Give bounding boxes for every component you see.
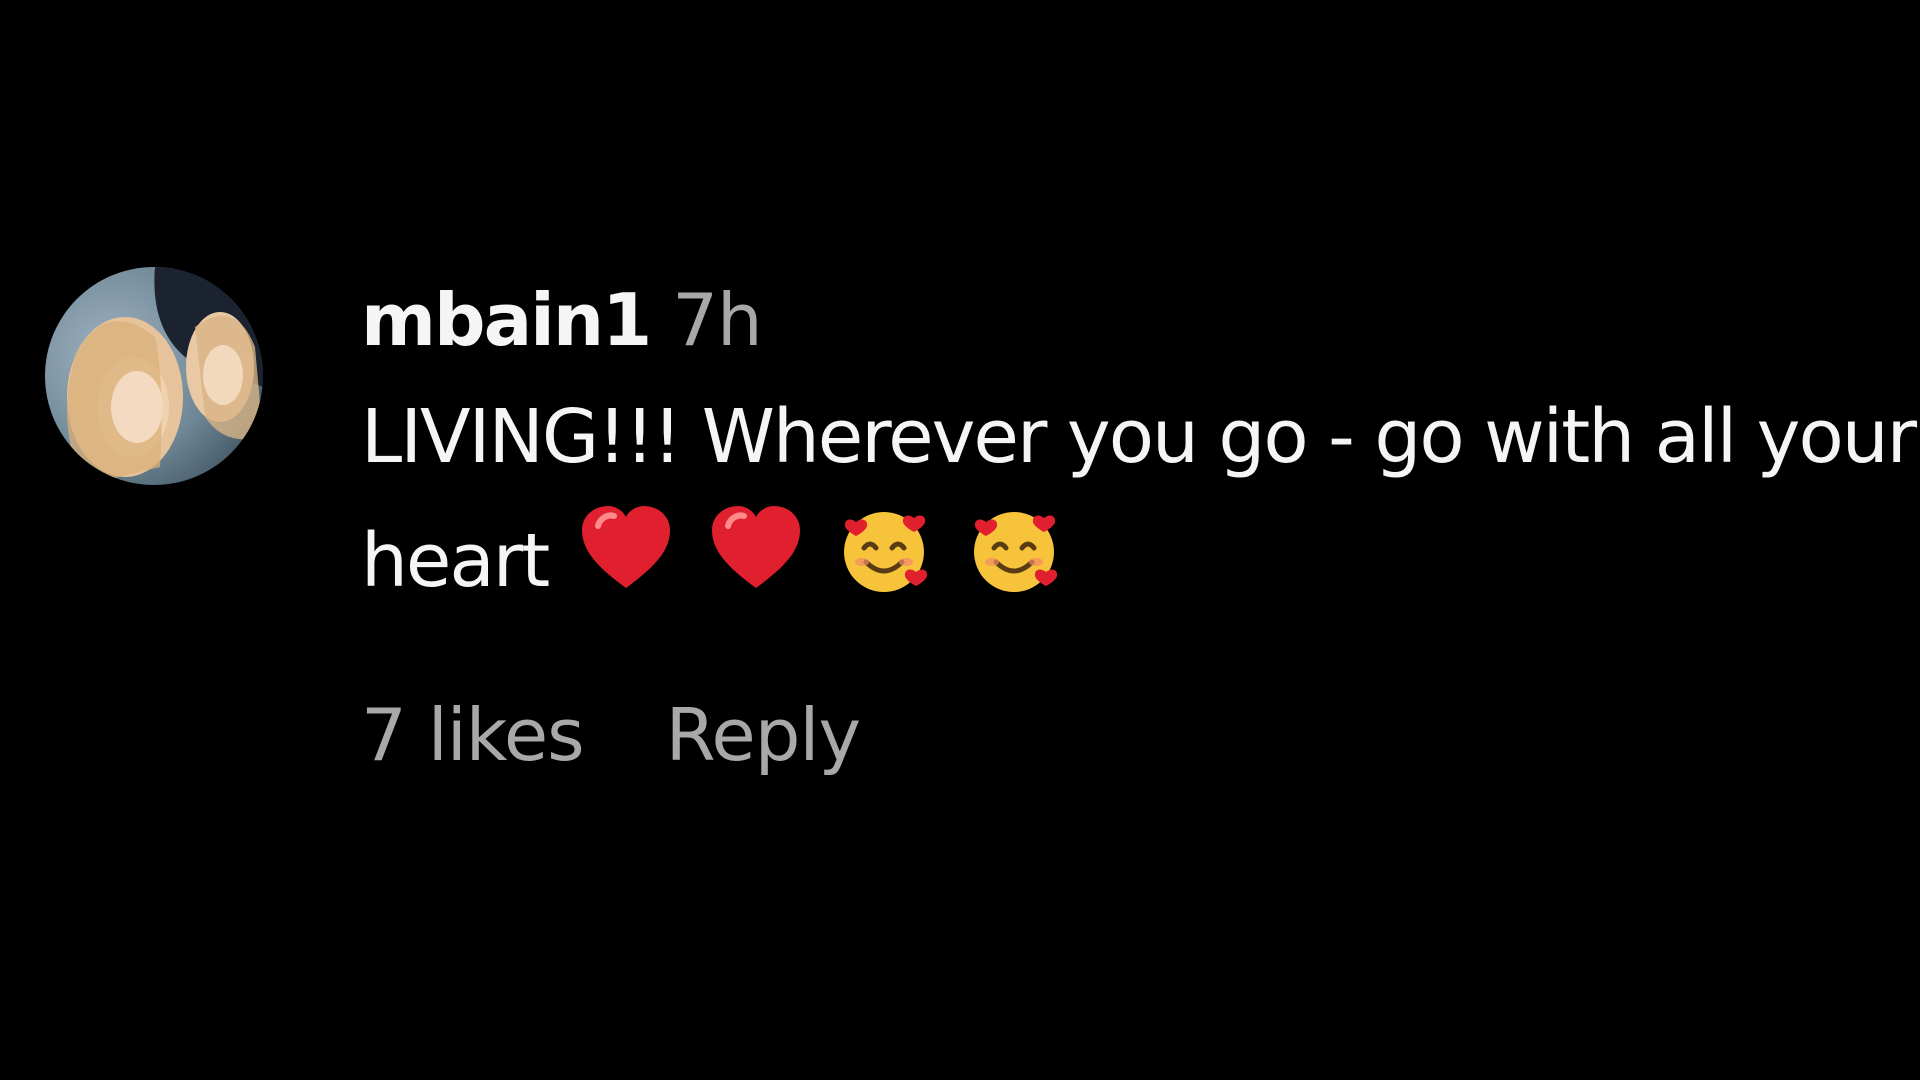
timestamp[interactable]: 7h [672,265,762,375]
red-heart-icon [706,500,806,596]
smiling-face-with-hearts-icon [966,500,1066,596]
red-heart-icon [576,500,676,596]
comment-actions: 7 likes Reply [361,693,1920,777]
smiling-face-with-hearts-icon [836,500,936,596]
emoji-row [576,500,1096,596]
comment-text: LIVING!!! Wherever you go - go with all … [361,375,1920,623]
comment: mbain1 7h LIVING!!! Wherever you go - go… [45,265,1917,777]
comment-header: mbain1 7h [361,265,1920,375]
reply-button[interactable]: Reply [666,693,861,777]
username[interactable]: mbain1 [361,265,652,375]
avatar[interactable] [45,267,263,485]
likes-count-button[interactable]: 7 likes [361,693,585,777]
comment-body: mbain1 7h LIVING!!! Wherever you go - go… [361,265,1920,777]
